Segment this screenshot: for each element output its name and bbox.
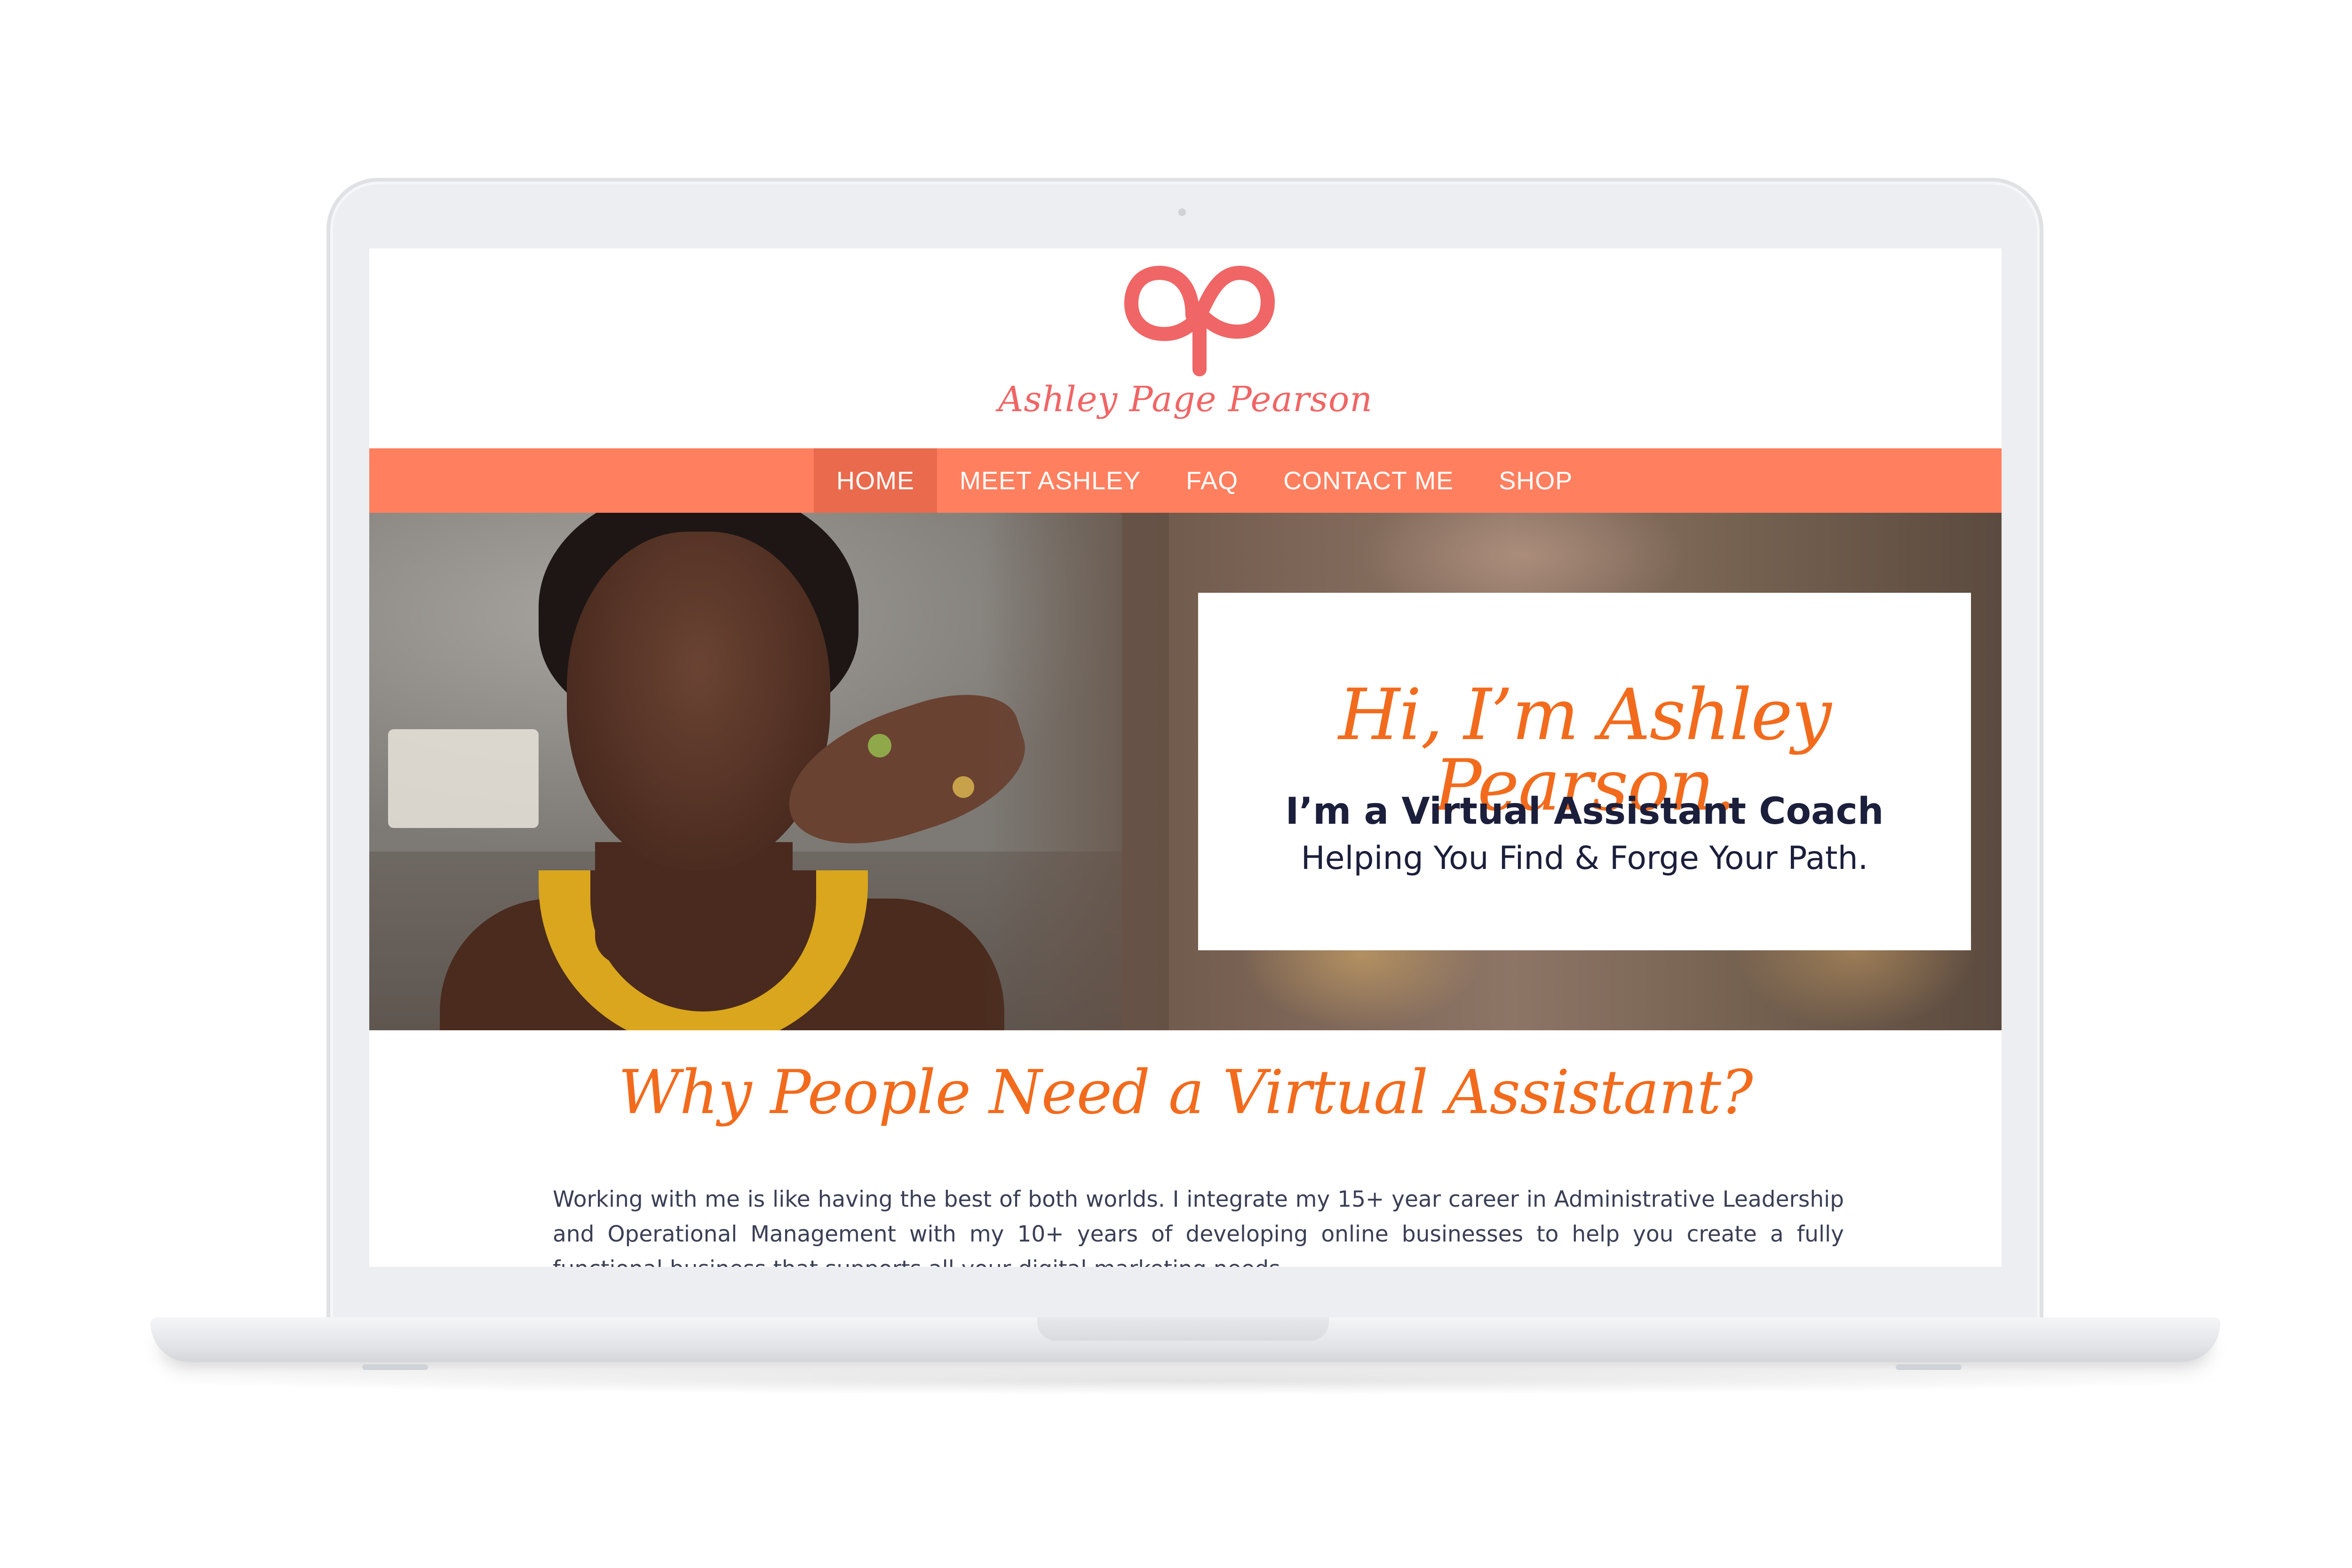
hero-banner: Hi, I’m Ashley Pearson. I’m a Virtual As… xyxy=(369,513,2002,1030)
laptop-shadow xyxy=(122,1367,2249,1395)
photo-fade xyxy=(981,513,1169,1030)
nav-item-home[interactable]: HOME xyxy=(814,448,937,513)
nav-item-contact-me[interactable]: CONTACT ME xyxy=(1261,448,1476,513)
camera-icon xyxy=(1178,208,1186,216)
section-heading: Why People Need a Virtual Assistant? xyxy=(618,1058,1753,1128)
hero-tagline: Helping You Find & Forge Your Path. xyxy=(1301,840,1868,877)
hero-role: I’m a Virtual Assistant Coach xyxy=(1285,790,1884,833)
nav-menu: HOME MEET ASHLEY FAQ CONTACT ME SHOP xyxy=(814,448,1595,513)
nav-item-meet-ashley[interactable]: MEET ASHLEY xyxy=(937,448,1163,513)
photo-ring xyxy=(868,734,891,757)
laptop-foot xyxy=(1896,1364,1962,1370)
laptop-notch xyxy=(1037,1317,1329,1341)
photo-ring xyxy=(953,776,974,798)
logo-icon[interactable] xyxy=(1122,259,1277,376)
nav-item-faq[interactable]: FAQ xyxy=(1163,448,1261,513)
main-navigation: HOME MEET ASHLEY FAQ CONTACT ME SHOP xyxy=(369,448,2002,513)
laptop-foot xyxy=(362,1364,428,1370)
nav-item-shop[interactable]: SHOP xyxy=(1476,448,1595,513)
photo-face xyxy=(567,532,830,870)
site-title[interactable]: Ashley Page Pearson xyxy=(369,379,2002,420)
photo-shelf xyxy=(388,729,539,828)
hero-intro-card: Hi, I’m Ashley Pearson. I’m a Virtual As… xyxy=(1198,593,1971,950)
site-header: Ashley Page Pearson xyxy=(369,248,2002,448)
website-screen: Ashley Page Pearson HOME MEET ASHLEY FAQ… xyxy=(369,248,2002,1267)
section-body-text: Working with me is like having the best … xyxy=(553,1186,1844,1267)
